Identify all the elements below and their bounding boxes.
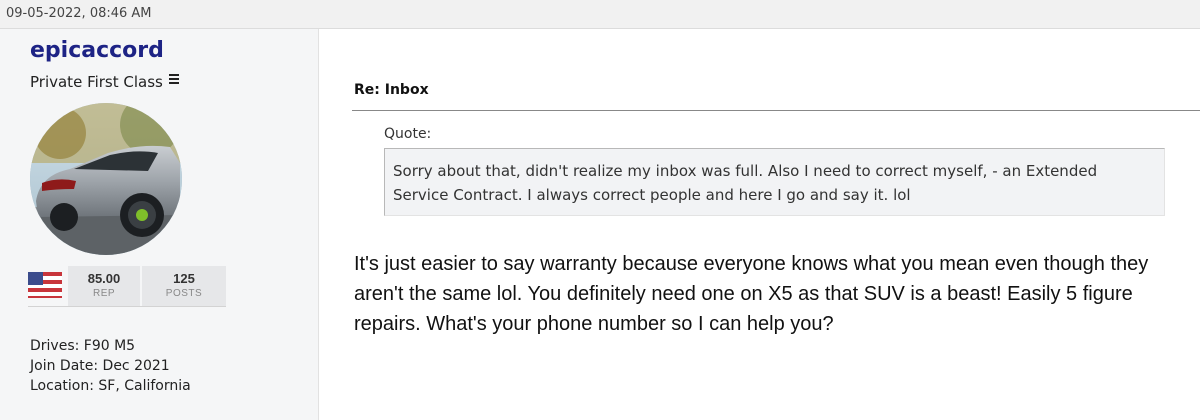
rep-value: 85.00 [87,271,121,286]
post-header-bar: 09-05-2022, 08:46 AM [0,0,1200,29]
user-rank: Private First Class [30,73,179,91]
user-join-date: Join Date: Dec 2021 [30,358,170,374]
posts-value: 125 [173,271,195,286]
quote-label: Quote: [384,126,432,142]
posts-stat: 125 POSTS [142,266,226,306]
rep-label: REP [92,288,116,299]
rank-label: Private First Class [30,73,163,91]
user-info: Drives: F90 M5 Join Date: Dec 2021 Locat… [30,336,191,396]
quote-box: Sorry about that, didn't realize my inbo… [384,148,1165,216]
us-flag-icon [28,272,62,298]
title-divider [352,110,1200,111]
posts-label: POSTS [165,288,203,299]
post-title: Re: Inbox [354,82,429,98]
quote-text: Sorry about that, didn't realize my inbo… [393,162,1098,204]
rep-stat: 85.00 REP [68,266,140,306]
user-stats: 85.00 REP 125 POSTS [28,266,226,307]
hamburger-icon[interactable] [168,74,179,86]
post-body: It's just easier to say warranty because… [354,253,1149,335]
username-link[interactable]: epicaccord [30,38,164,63]
avatar[interactable] [30,103,182,255]
car-photo-avatar-icon [30,103,182,255]
post-timestamp: 09-05-2022, 08:46 AM [6,6,152,21]
user-location: Location: SF, California [30,378,191,394]
user-drives: Drives: F90 M5 [30,338,136,354]
